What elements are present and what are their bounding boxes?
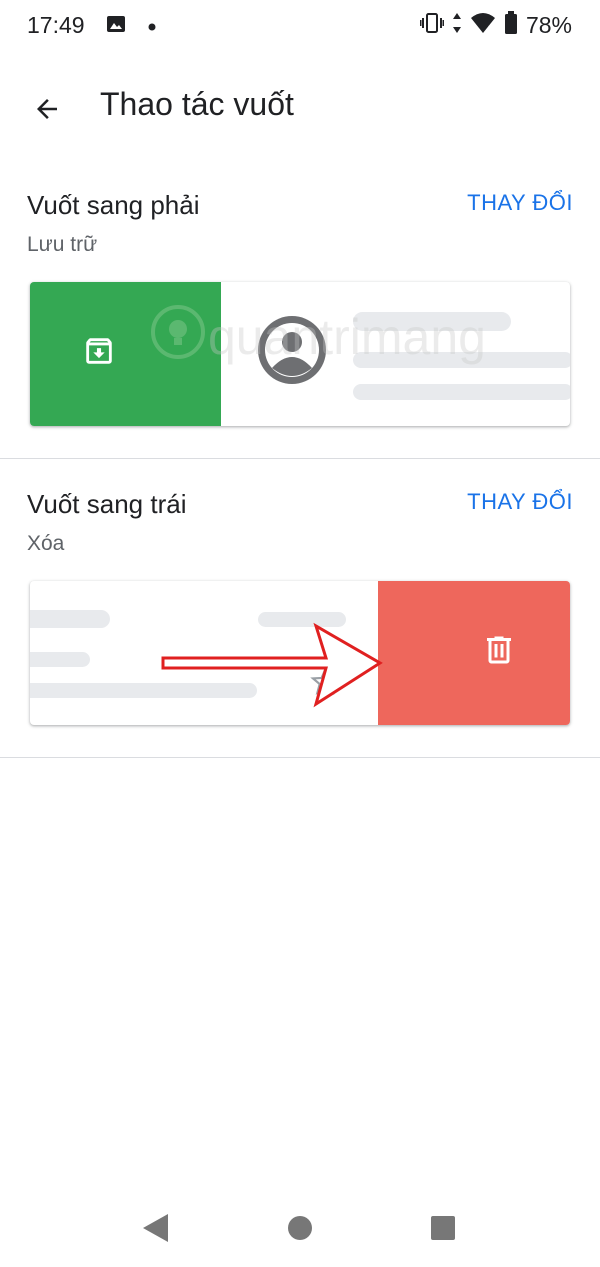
wifi-icon: 4 xyxy=(470,12,496,39)
arrow-back-icon xyxy=(37,99,57,119)
skeleton-line xyxy=(353,352,570,368)
vibrate-icon xyxy=(419,12,445,39)
page-title: Thao tác vuốt xyxy=(100,86,294,122)
status-bar: 17:49 4 78% xyxy=(0,0,600,52)
swipe-left-setting[interactable]: Vuốt sang trái Xóa THAY ĐỔI xyxy=(0,459,600,757)
skeleton-line xyxy=(30,683,257,698)
swipe-right-title: Vuốt sang phải xyxy=(27,190,200,220)
swipe-right-setting[interactable]: Vuốt sang phải Lưu trữ THAY ĐỔI quantrim… xyxy=(0,160,600,458)
skeleton-line xyxy=(258,612,346,627)
nav-back-button[interactable] xyxy=(140,1212,170,1249)
swipe-left-action-panel xyxy=(378,581,570,725)
skeleton-line xyxy=(353,312,511,331)
skeleton-line xyxy=(30,610,110,628)
divider xyxy=(0,757,600,758)
nav-back-icon xyxy=(143,1214,168,1242)
star-icon xyxy=(310,667,340,695)
nav-recents-button[interactable] xyxy=(430,1215,456,1246)
skeleton-line xyxy=(353,384,570,400)
nav-recents-icon xyxy=(431,1216,455,1240)
skeleton-line xyxy=(30,652,90,667)
swipe-right-action-panel xyxy=(30,282,221,426)
swipe-left-action: Xóa xyxy=(27,532,65,555)
swipe-left-title: Vuốt sang trái xyxy=(27,489,187,519)
status-time: 17:49 xyxy=(27,12,85,38)
swipe-left-change-button[interactable]: THAY ĐỔI xyxy=(467,489,573,515)
navigation-bar xyxy=(0,1180,600,1267)
battery-icon xyxy=(504,11,518,40)
svg-text:4: 4 xyxy=(486,24,491,34)
person-icon xyxy=(265,323,319,377)
nav-home-icon xyxy=(288,1216,312,1240)
notification-dot-icon xyxy=(148,18,156,36)
swipe-left-preview xyxy=(30,581,570,725)
nav-home-button[interactable] xyxy=(286,1214,314,1247)
avatar xyxy=(258,316,326,384)
battery-percent: 78% xyxy=(525,12,572,38)
archive-icon xyxy=(86,338,112,364)
swipe-right-preview xyxy=(30,282,570,426)
image-icon xyxy=(106,14,126,39)
app-bar: Thao tác vuốt xyxy=(0,62,600,148)
delete-icon xyxy=(487,636,511,664)
swipe-right-change-button[interactable]: THAY ĐỔI xyxy=(467,190,573,216)
swipe-right-action: Lưu trữ xyxy=(27,233,98,256)
data-arrows-icon xyxy=(452,12,462,39)
back-button[interactable] xyxy=(24,86,70,132)
